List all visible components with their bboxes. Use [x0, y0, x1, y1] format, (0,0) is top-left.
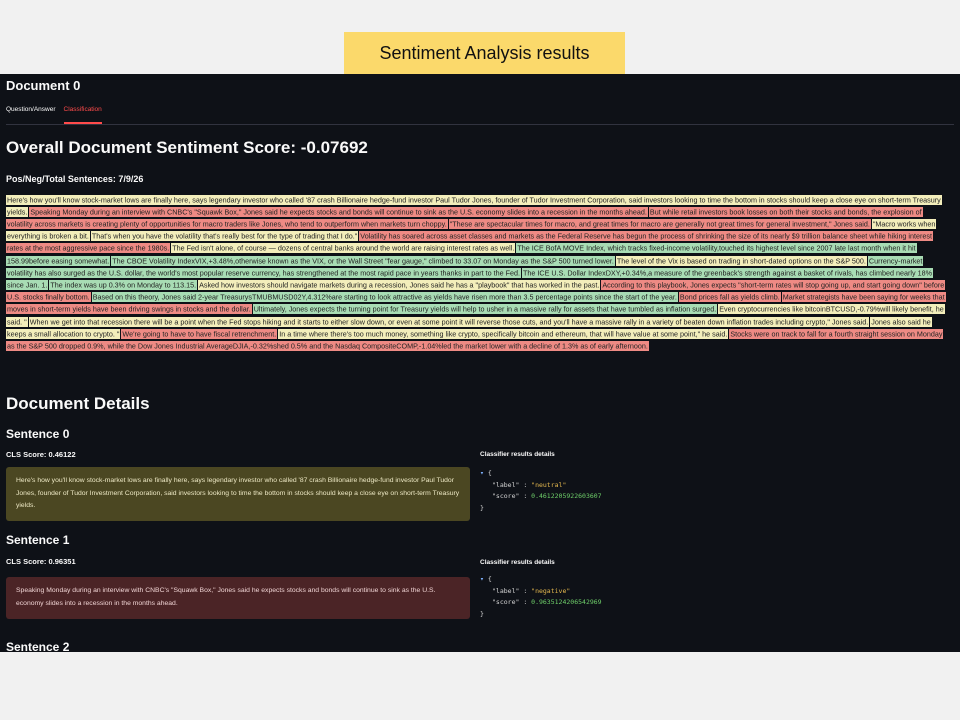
sentence-highlight: The level of the Vix is based on trading…	[615, 255, 867, 266]
tab-bar: Question/Answer Classification	[6, 104, 954, 125]
label-value: "negative"	[531, 586, 571, 595]
sentence-box: Here's how you'll know stock-market lows…	[6, 467, 470, 521]
score-value: 0.4612205922603607	[531, 492, 602, 500]
sentence-highlight: Asked how investors should navigate mark…	[198, 279, 601, 290]
collapse-triangle-icon[interactable]: ▾	[480, 575, 484, 583]
tab-classification[interactable]: Classification	[63, 104, 102, 124]
sentence-highlight: The Fed isn't alone, of course — dozens …	[171, 243, 516, 254]
sentence-heading: Sentence 1	[6, 533, 70, 547]
classifier-json: ▾ { "label" : "negative" "score" : 0.963…	[480, 575, 602, 618]
sentence-highlight: Bond prices fall as yields climb.	[678, 292, 781, 303]
sentence-highlight: In a time where there's too much money, …	[278, 328, 729, 339]
document-details-heading: Document Details	[6, 394, 150, 413]
cls-score: CLS Score: 0.96351	[6, 557, 76, 566]
collapse-triangle-icon[interactable]: ▾	[480, 469, 484, 477]
sentence-highlight: The index was up 0.3% on Monday to 113.1…	[49, 279, 198, 290]
sentence-box: Speaking Monday during an interview with…	[6, 577, 470, 619]
sentence-highlight: When we get into that recession there wi…	[28, 316, 870, 327]
sentence-heading: Sentence 2	[6, 640, 70, 652]
sentence-highlight: The CBOE Volatility IndexVIX,+3.48%,othe…	[111, 255, 615, 266]
page-banner: Sentiment Analysis results	[344, 32, 625, 74]
sentence-counts: Pos/Neg/Total Sentences: 7/9/26	[6, 174, 144, 184]
sentence-highlight: Ultimately, Jones expects the turning po…	[252, 304, 718, 315]
score-value: 0.9635124206542969	[531, 598, 602, 606]
sentence-highlight: That's when you have the volatility that…	[90, 231, 359, 242]
sentence-highlight: Speaking Monday during an interview with…	[29, 206, 648, 217]
classifier-json: ▾ { "label" : "neutral" "score" : 0.4612…	[480, 469, 602, 512]
classifier-title: Classifier results details	[480, 559, 555, 566]
highlighted-document: Here's how you'll know stock-market lows…	[6, 194, 948, 353]
sentence-highlight: "These are spectacular times for macro, …	[448, 218, 871, 229]
sentence-heading: Sentence 0	[6, 427, 70, 441]
overall-score-heading: Overall Document Sentiment Score: -0.076…	[6, 138, 368, 157]
document-title: Document 0	[6, 78, 81, 93]
cls-score: CLS Score: 0.46122	[6, 450, 76, 459]
app-panel: Document 0 Question/Answer Classificatio…	[0, 74, 960, 652]
classifier-title: Classifier results details	[480, 451, 555, 458]
sentence-highlight: We're going to have to have fiscal retre…	[121, 328, 278, 339]
label-value: "neutral"	[531, 480, 567, 489]
tab-question-answer[interactable]: Question/Answer	[6, 104, 56, 122]
sentence-highlight: Based on this theory, Jones said 2-year …	[91, 292, 678, 303]
